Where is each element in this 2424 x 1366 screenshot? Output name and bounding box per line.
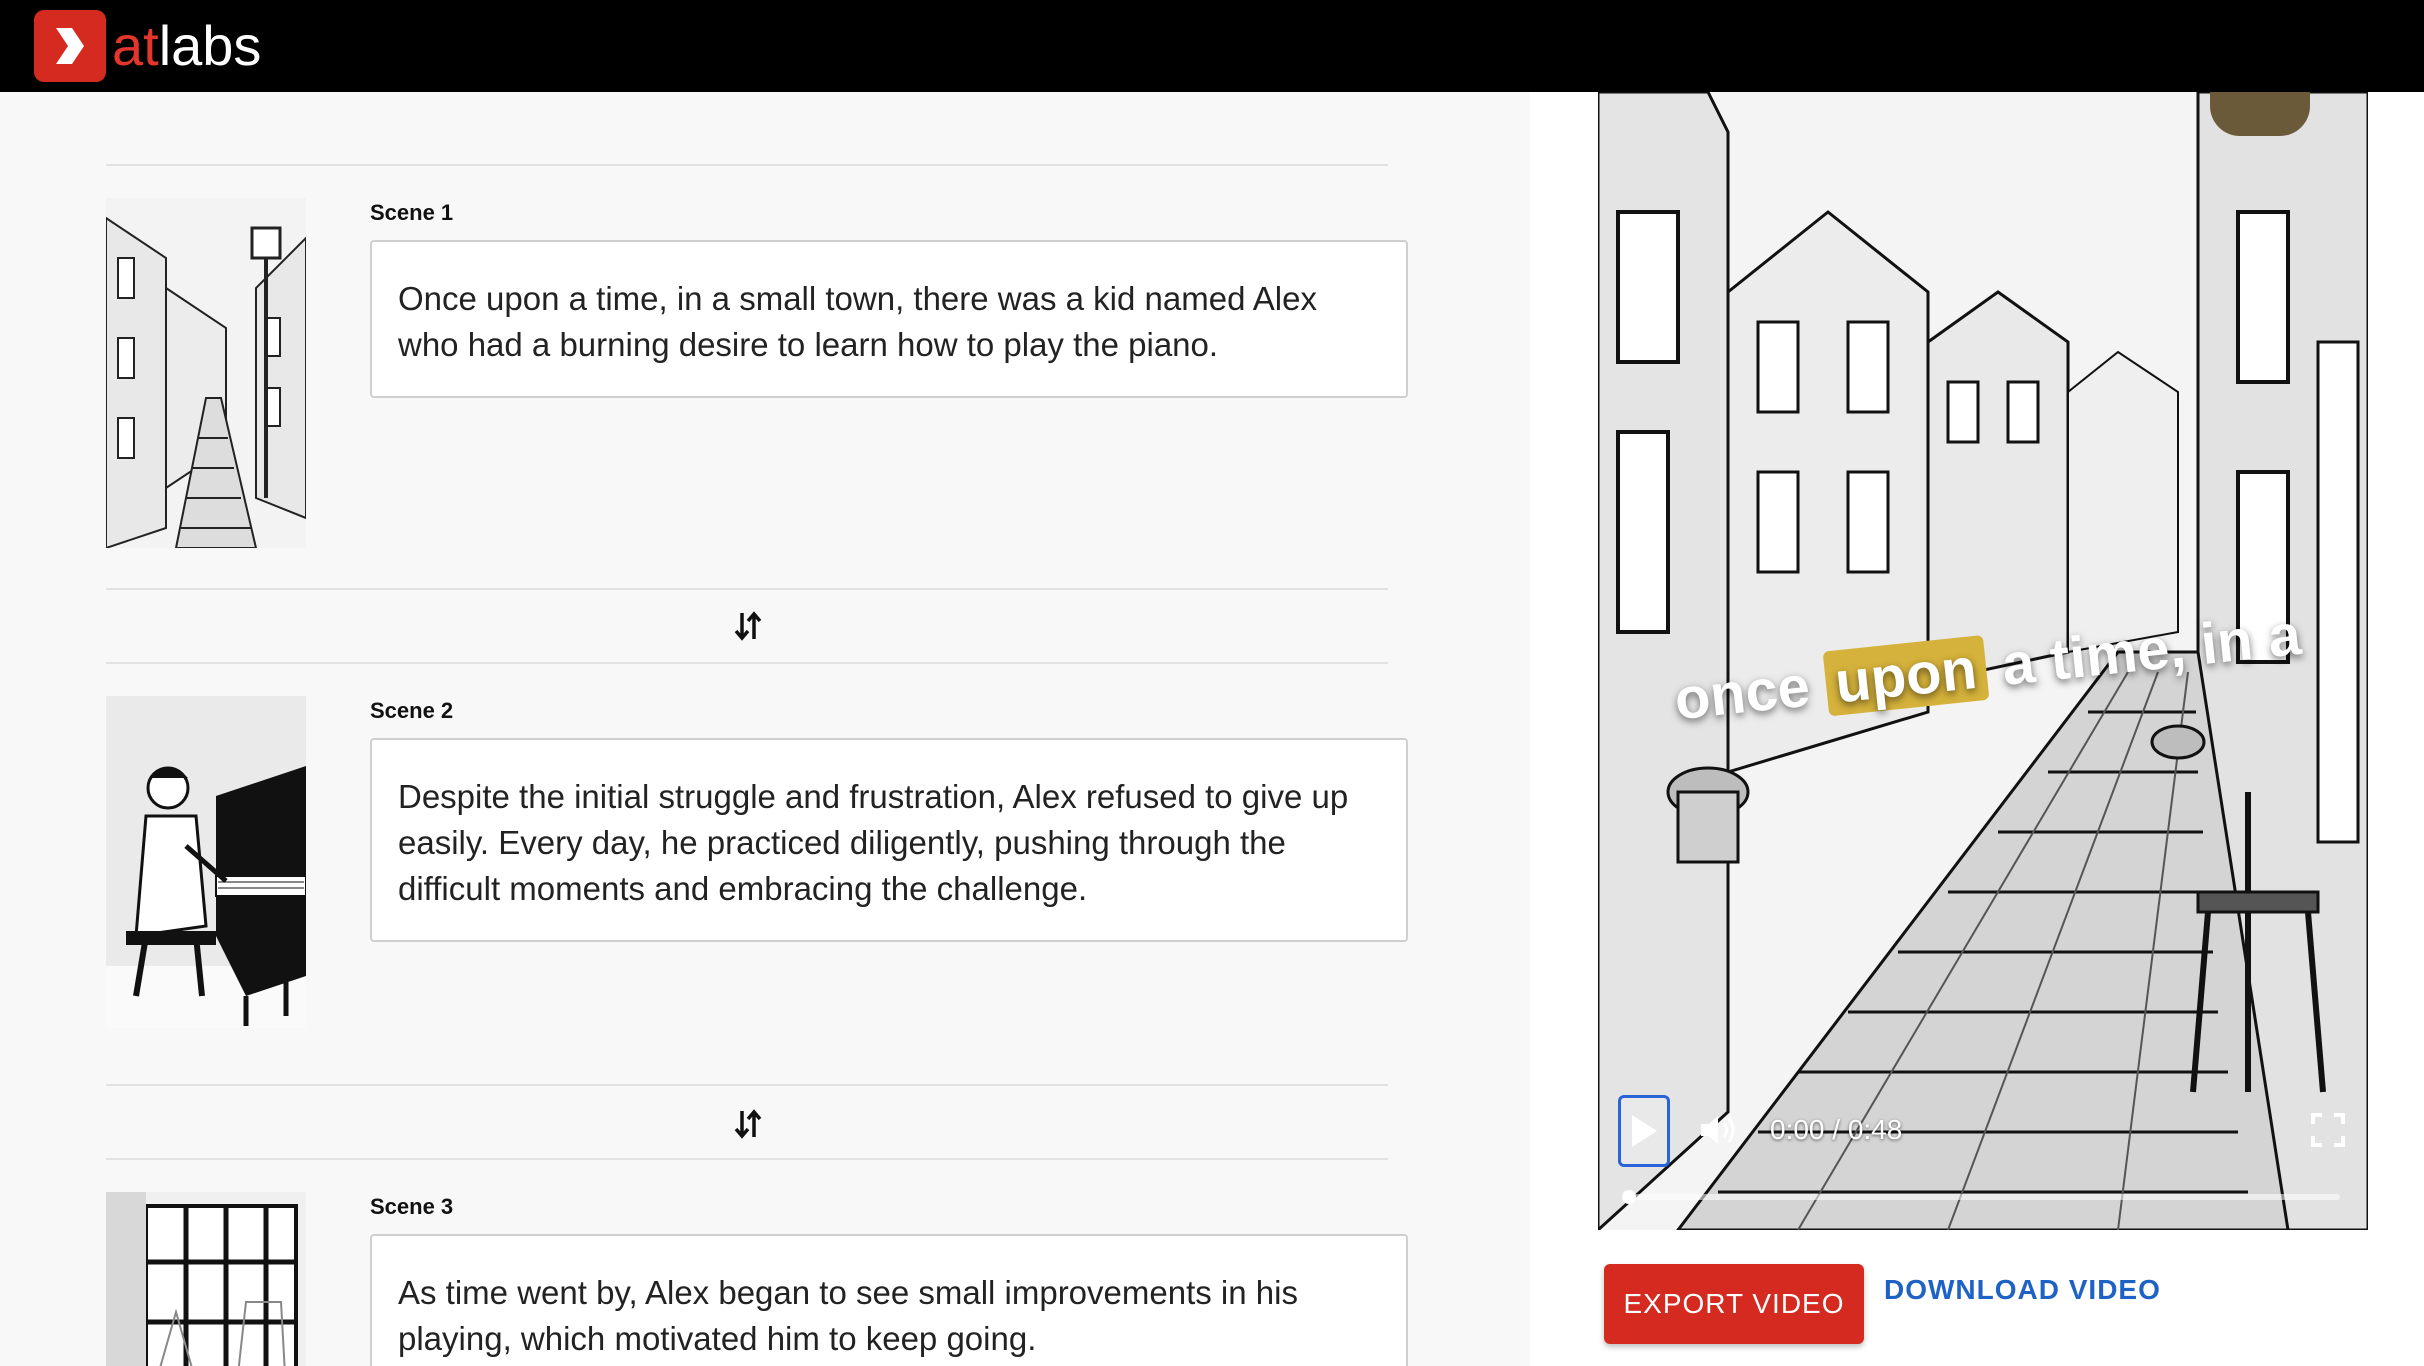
divider bbox=[106, 1158, 1388, 1160]
scene-2-thumbnail[interactable] bbox=[106, 696, 306, 1028]
scene-1-thumbnail[interactable] bbox=[106, 198, 306, 548]
divider bbox=[106, 662, 1388, 664]
fullscreen-button[interactable] bbox=[2310, 1112, 2346, 1153]
swap-vertical-icon bbox=[734, 1109, 762, 1139]
swap-vertical-icon bbox=[734, 611, 762, 641]
divider bbox=[106, 588, 1388, 590]
scene-2-text[interactable]: Despite the initial struggle and frustra… bbox=[370, 738, 1408, 942]
preview-panel: once upon a time, in a 0:00 / 0:48 EXPOR… bbox=[1530, 92, 2424, 1366]
video-progress-bar[interactable] bbox=[1622, 1190, 2340, 1204]
scene-3-thumbnail[interactable] bbox=[106, 1192, 306, 1366]
scene-3-text[interactable]: As time went by, Alex began to see small… bbox=[370, 1234, 1408, 1366]
logo-text: atlabs bbox=[112, 18, 261, 74]
divider bbox=[106, 164, 1388, 166]
logo-text-prefix: at bbox=[112, 14, 159, 77]
swap-scenes-1-2-button[interactable] bbox=[728, 606, 768, 646]
scene-1-text[interactable]: Once upon a time, in a small town, there… bbox=[370, 240, 1408, 398]
volume-icon bbox=[1701, 1116, 1735, 1144]
play-button[interactable] bbox=[1618, 1095, 1670, 1167]
atlabs-logo[interactable]: atlabs bbox=[34, 10, 261, 82]
export-video-button[interactable]: EXPORT VIDEO bbox=[1604, 1264, 1864, 1344]
scene-2-label: Scene 2 bbox=[370, 698, 454, 723]
video-time: 0:00 / 0:48 bbox=[1770, 1114, 1903, 1145]
video-player[interactable]: once upon a time, in a 0:00 / 0:48 bbox=[1598, 92, 2368, 1230]
top-bar: atlabs bbox=[0, 0, 2424, 92]
fullscreen-icon bbox=[2311, 1113, 2345, 1147]
swap-scenes-2-3-button[interactable] bbox=[728, 1104, 768, 1144]
scene-list: Scene 1 Once upon a time, in a small tow… bbox=[0, 92, 1530, 1366]
video-progress-handle[interactable] bbox=[1622, 1190, 1636, 1204]
divider bbox=[106, 1084, 1388, 1086]
channel-logo-badge bbox=[2210, 92, 2310, 136]
play-icon bbox=[1632, 1115, 1657, 1147]
download-video-link[interactable]: DOWNLOAD VIDEO bbox=[1884, 1274, 2161, 1306]
scene-1-label: Scene 1 bbox=[370, 200, 454, 225]
volume-button[interactable] bbox=[1698, 1110, 1742, 1155]
scene-3-label: Scene 3 bbox=[370, 1194, 454, 1219]
logo-text-suffix: labs bbox=[158, 14, 262, 77]
logo-mark-icon bbox=[34, 10, 106, 82]
